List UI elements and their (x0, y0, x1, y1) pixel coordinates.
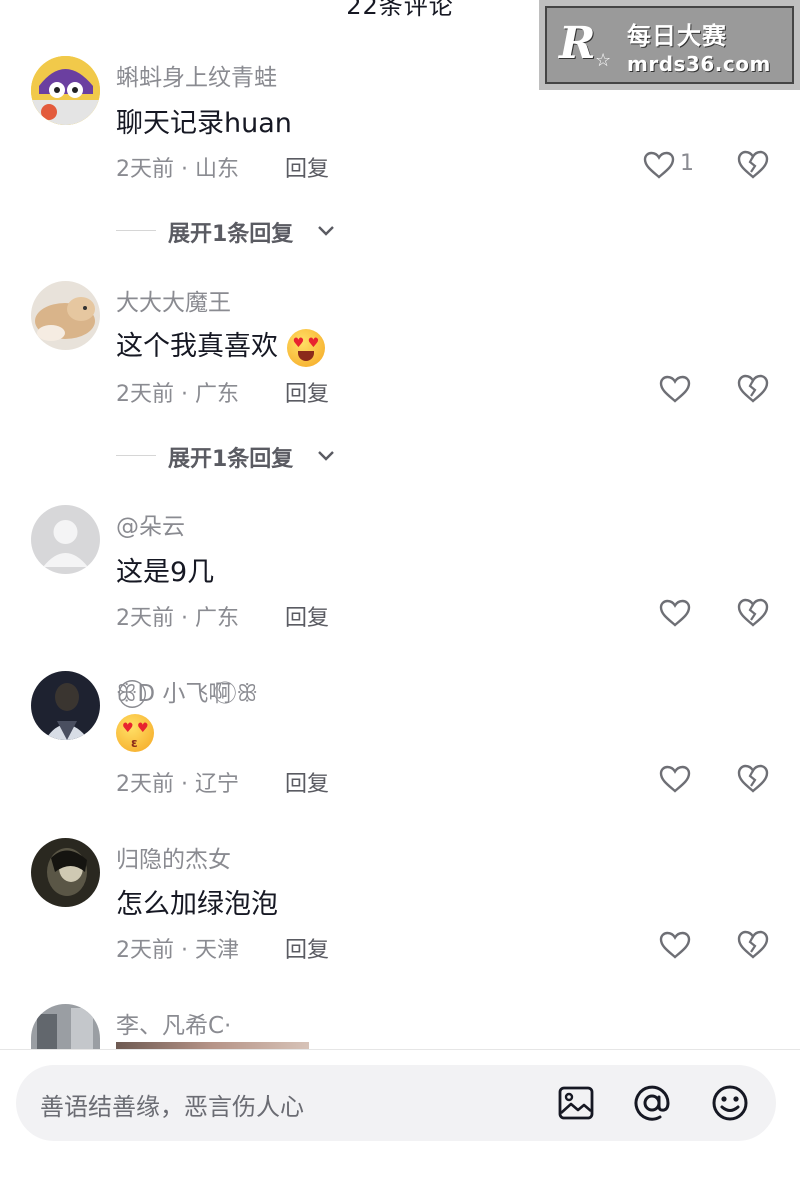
comment-text: 聊天记录huan (116, 108, 292, 139)
comment-time: 2天前 (116, 772, 174, 797)
username[interactable]: 大大大魔王 (116, 283, 231, 317)
chevron-down-icon[interactable] (316, 224, 336, 238)
comment-time: 2天前 (116, 382, 174, 407)
expand-replies-button[interactable]: 展开1条回复 (168, 216, 293, 248)
username[interactable]: @朵云 (116, 507, 185, 541)
comment-text: 这个我真喜欢 (116, 331, 278, 362)
watermark-chinese: 每日大赛 (627, 22, 727, 50)
reply-button[interactable]: 回复 (285, 376, 329, 408)
expand-replies-button[interactable]: 展开1条回复 (168, 441, 293, 473)
username[interactable]: 李、凡希C· (116, 1006, 231, 1040)
like-count: 1 (680, 151, 694, 176)
comment-time: 2天前 (116, 606, 174, 631)
comment-location: 辽宁 (195, 772, 240, 797)
heart-eyes-emoji: ♥ ♥ (286, 328, 325, 367)
meta-separator: · (181, 772, 188, 797)
comment-location: 天津 (195, 938, 240, 963)
reply-button[interactable]: 回复 (285, 151, 329, 183)
comment-text-row: ♥ ♥ ε (116, 714, 154, 752)
avatar[interactable] (31, 56, 100, 125)
avatar[interactable] (31, 505, 100, 574)
username[interactable]: ꕥ⃝D 小飞啊 ⃝ꕥ (116, 674, 258, 708)
comment-text-row: 这个我真喜欢 ♥ ♥ (116, 324, 325, 367)
comment-input[interactable]: 善语结善缘，恶言伤人心 (16, 1065, 776, 1141)
comment-time: 2天前 (116, 157, 174, 182)
heart-outline-icon[interactable] (658, 764, 692, 794)
comment-meta: 2天前 · 辽宁 (116, 766, 239, 798)
divider-line (116, 455, 156, 456)
input-placeholder[interactable]: 善语结善缘，恶言伤人心 (40, 1087, 304, 1122)
avatar[interactable] (31, 838, 100, 907)
comment-meta: 2天前 · 广东 (116, 376, 239, 408)
comment-text: 这是9几 (116, 557, 215, 588)
heart-outline-icon[interactable] (658, 374, 692, 404)
username[interactable]: 蝌蚪身上纹青蛙 (116, 58, 277, 92)
comment-meta: 2天前 · 天津 (116, 932, 239, 964)
username[interactable]: 归隐的杰女 (116, 840, 231, 874)
broken-heart-icon[interactable] (736, 372, 770, 404)
heart-outline-icon[interactable] (658, 598, 692, 628)
meta-separator: · (181, 157, 188, 182)
broken-heart-icon[interactable] (736, 596, 770, 628)
divider-line (0, 1049, 800, 1050)
divider-line (116, 230, 156, 231)
meta-separator: · (181, 938, 188, 963)
comment-location: 山东 (195, 157, 240, 182)
watermark-r-letter: R (559, 18, 596, 69)
at-sign-icon[interactable] (632, 1083, 672, 1123)
watermark-logo: R ☆ 每日大赛 mrds36.com (539, 0, 800, 90)
star-icon: ☆ (595, 50, 612, 71)
reply-button[interactable]: 回复 (285, 766, 329, 798)
comment-location: 广东 (195, 606, 240, 631)
comment-location: 广东 (195, 382, 240, 407)
reply-button[interactable]: 回复 (285, 932, 329, 964)
heart-outline-icon[interactable] (642, 150, 676, 180)
broken-heart-icon[interactable] (736, 148, 770, 180)
comment-meta: 2天前 · 广东 (116, 600, 239, 632)
reply-button[interactable]: 回复 (285, 600, 329, 632)
watermark-url: mrds36.com (627, 52, 771, 76)
heart-outline-icon[interactable] (658, 930, 692, 960)
avatar[interactable] (31, 281, 100, 350)
broken-heart-icon[interactable] (736, 762, 770, 794)
comment-meta: 2天前 · 山东 (116, 151, 239, 183)
comment-text: 怎么加绿泡泡 (116, 889, 278, 920)
heart-eyes-kiss-emoji: ♥ ♥ ε (116, 714, 154, 752)
meta-separator: · (181, 606, 188, 631)
avatar[interactable] (31, 1004, 100, 1050)
image-icon[interactable] (556, 1083, 596, 1123)
broken-heart-icon[interactable] (736, 928, 770, 960)
chevron-down-icon[interactable] (316, 449, 336, 463)
meta-separator: · (181, 382, 188, 407)
avatar[interactable] (31, 671, 100, 740)
comment-time: 2天前 (116, 938, 174, 963)
smiley-icon[interactable] (710, 1083, 750, 1123)
